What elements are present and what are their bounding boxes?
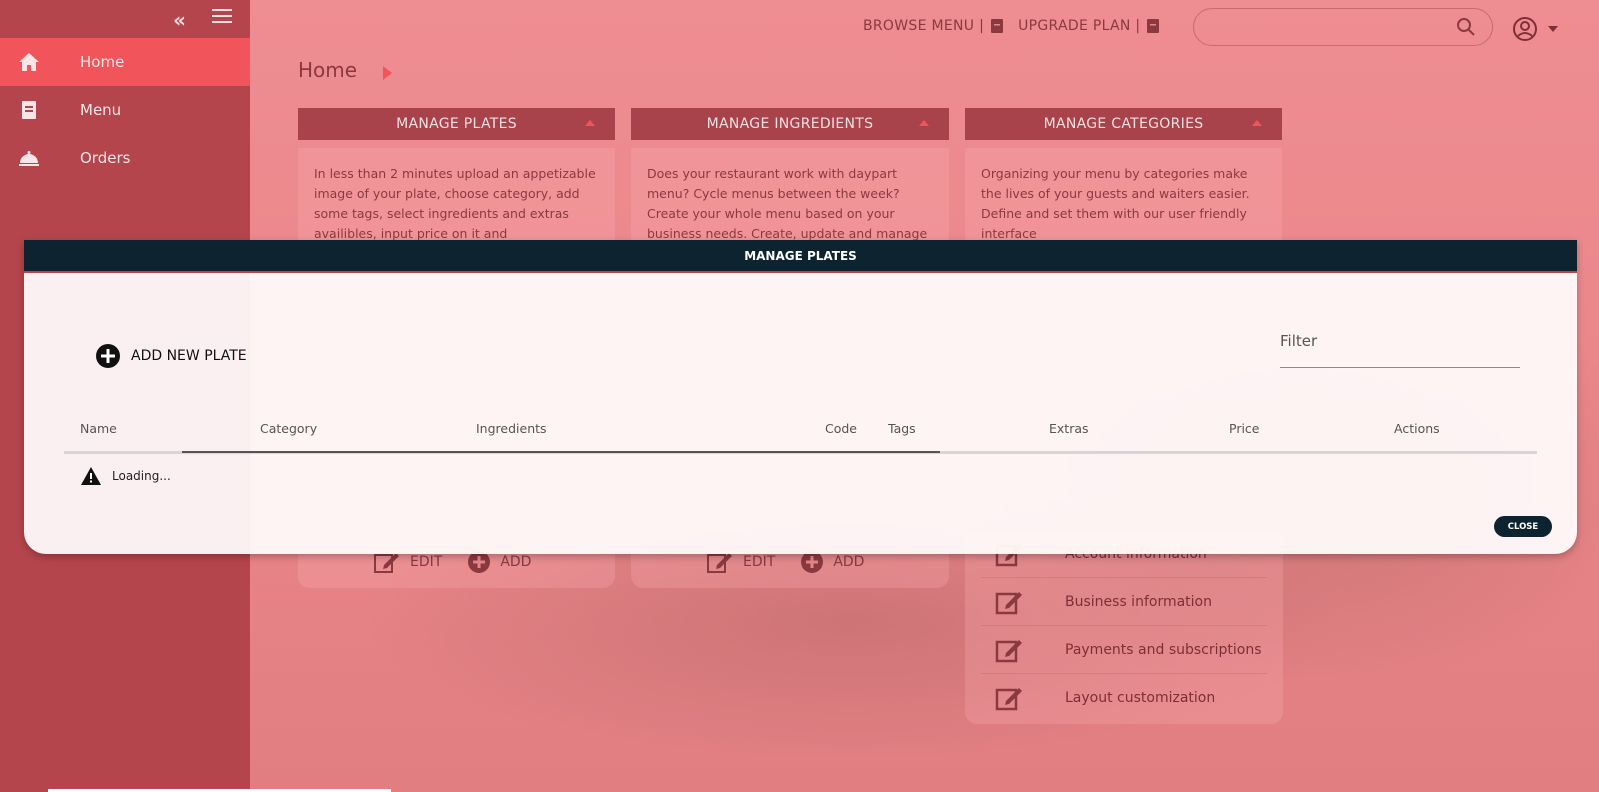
add-circle-icon: [468, 551, 491, 573]
close-button[interactable]: CLOSE: [1494, 516, 1552, 537]
edit-icon: [707, 553, 732, 573]
settings-row-label: Payments and subscriptions: [1065, 641, 1262, 658]
card-manage-ingredients-body: Does your restaurant work with daypart m…: [631, 148, 949, 248]
add-label: ADD: [500, 554, 532, 570]
edit-label: EDIT: [410, 554, 443, 570]
browse-menu-label: BROWSE MENU |: [863, 18, 985, 34]
settings-row-label: Layout customization: [1065, 689, 1216, 706]
card-description: Organizing your menu by categories make …: [981, 166, 1250, 241]
card-title: MANAGE INGREDIENTS: [706, 116, 874, 132]
loading-row: Loading...: [80, 466, 171, 486]
browse-menu-link[interactable]: BROWSE MENU |: [863, 18, 1004, 34]
room-service-icon: [19, 151, 39, 166]
column-header-tags[interactable]: Tags: [888, 421, 916, 436]
card-manage-categories-body: Organizing your menu by categories make …: [965, 148, 1282, 248]
page-title: Home: [298, 58, 358, 82]
card-manage-categories-header[interactable]: MANAGE CATEGORIES: [965, 108, 1282, 140]
edit-button[interactable]: EDIT: [707, 551, 775, 573]
manage-plates-modal: MANAGE PLATES ADD NEW PLATE Filter Name …: [24, 240, 1577, 554]
close-label: CLOSE: [1507, 521, 1539, 532]
sidebar-item-orders[interactable]: Orders: [0, 134, 250, 182]
sidebar-top: «: [0, 0, 250, 38]
edit-icon: [995, 687, 1022, 710]
modal-header: MANAGE PLATES: [24, 240, 1577, 273]
settings-row-label: Business information: [1065, 593, 1212, 610]
menu-book-icon: [1147, 19, 1160, 33]
column-header-name[interactable]: Name: [80, 421, 117, 436]
column-header-ingredients[interactable]: Ingredients: [476, 421, 547, 436]
caret-up-icon: [919, 120, 929, 126]
search-input[interactable]: [1193, 8, 1493, 46]
column-header-code[interactable]: Code: [825, 421, 857, 436]
settings-row-payments[interactable]: Payments and subscriptions: [981, 625, 1267, 673]
edit-icon: [995, 639, 1022, 662]
card-title: MANAGE PLATES: [396, 116, 517, 132]
settings-row-business[interactable]: Business information: [981, 577, 1267, 625]
column-header-actions[interactable]: Actions: [1394, 421, 1440, 436]
sidebar-item-menu[interactable]: Menu: [0, 86, 250, 134]
card-actions-left: EDIT ADD: [374, 551, 531, 573]
upgrade-plan-link[interactable]: UPGRADE PLAN |: [1018, 18, 1160, 34]
modal-title: MANAGE PLATES: [744, 248, 857, 263]
sidebar-item-label: Home: [80, 53, 125, 71]
menu-book-icon: [991, 19, 1004, 33]
add-circle-icon: [801, 551, 824, 573]
loading-text: Loading...: [112, 469, 171, 483]
card-description: In less than 2 minutes upload an appetiz…: [314, 166, 596, 241]
edit-icon: [374, 553, 399, 573]
sidebar-item-label: Orders: [80, 149, 131, 167]
card-manage-ingredients-header[interactable]: MANAGE INGREDIENTS: [631, 108, 949, 140]
column-header-category[interactable]: Category: [260, 421, 317, 436]
user-menu[interactable]: [1512, 16, 1558, 42]
upgrade-plan-label: UPGRADE PLAN |: [1018, 18, 1141, 34]
edit-icon: [995, 591, 1022, 614]
card-actions-middle: EDIT ADD: [707, 551, 864, 573]
menu-book-icon: [22, 101, 36, 119]
caret-up-icon: [1252, 120, 1262, 126]
card-manage-plates-header[interactable]: MANAGE PLATES: [298, 108, 615, 140]
add-button[interactable]: ADD: [468, 551, 531, 573]
column-header-price[interactable]: Price: [1229, 421, 1260, 436]
edit-button[interactable]: EDIT: [374, 551, 442, 573]
top-bar: BROWSE MENU | UPGRADE PLAN |: [250, 0, 1599, 54]
loading-progress-bar: [182, 451, 940, 453]
add-label: ADD: [833, 554, 865, 570]
settings-card: Account information Business information…: [965, 530, 1283, 724]
add-new-plate-button[interactable]: ADD NEW PLATE: [96, 344, 247, 368]
search-icon[interactable]: [1456, 17, 1476, 37]
caret-down-icon[interactable]: [1548, 26, 1558, 32]
sidebar-item-home[interactable]: Home: [0, 38, 250, 86]
sidebar-item-label: Menu: [80, 101, 122, 119]
hamburger-menu-icon[interactable]: [212, 9, 232, 27]
filter-input[interactable]: Filter: [1280, 330, 1520, 368]
caret-up-icon: [585, 120, 595, 126]
edit-label: EDIT: [743, 554, 776, 570]
add-circle-icon: [96, 344, 120, 368]
breadcrumb-arrow-icon: [383, 66, 392, 80]
home-icon: [19, 53, 39, 71]
filter-placeholder: Filter: [1280, 332, 1318, 350]
card-title: MANAGE CATEGORIES: [1043, 116, 1204, 132]
top-links: BROWSE MENU | UPGRADE PLAN |: [863, 18, 1160, 34]
card-description: Does your restaurant work with daypart m…: [647, 166, 928, 241]
warning-icon: [81, 467, 101, 485]
account-circle-icon[interactable]: [1512, 16, 1538, 42]
card-manage-plates-body: In less than 2 minutes upload an appetiz…: [298, 148, 615, 248]
double-chevron-left-icon[interactable]: «: [173, 8, 186, 32]
settings-row-layout[interactable]: Layout customization: [981, 673, 1267, 721]
add-new-plate-label: ADD NEW PLATE: [131, 348, 247, 364]
column-header-extras[interactable]: Extras: [1049, 421, 1089, 436]
add-button[interactable]: ADD: [801, 551, 864, 573]
